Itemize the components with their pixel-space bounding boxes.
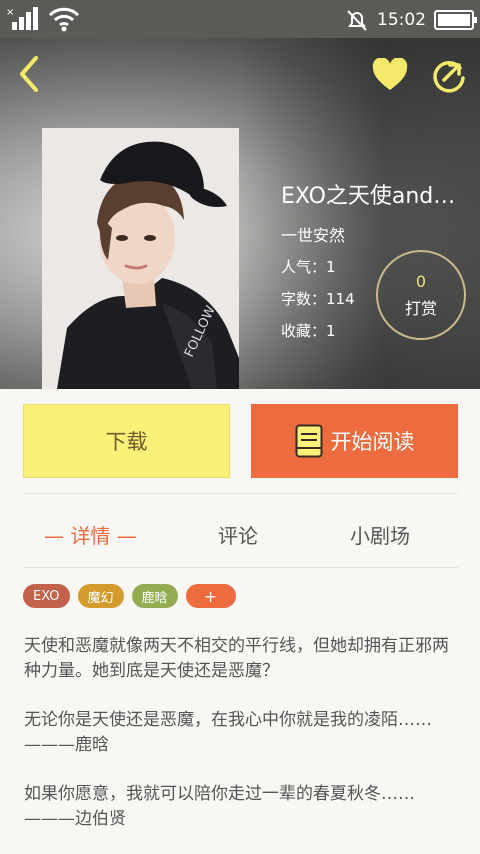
book-icon xyxy=(295,424,322,458)
status-left: × xyxy=(6,6,80,32)
add-tag-button[interactable]: + xyxy=(185,584,236,608)
divider-tabs xyxy=(23,567,458,568)
svg-text:×: × xyxy=(6,7,14,18)
tip-label: 打赏 xyxy=(404,299,437,318)
tab-details[interactable]: — 详情 — xyxy=(44,520,137,549)
share-icon[interactable] xyxy=(430,56,468,94)
back-chevron-icon[interactable] xyxy=(14,54,44,94)
tag-fantasy[interactable]: 魔幻 xyxy=(77,584,124,608)
book-popularity: 人气：1 xyxy=(281,258,336,276)
alarm-off-icon xyxy=(347,10,367,31)
description-paragraph: 如果你愿意，我就可以陪你走过一辈的春夏秋冬…… ———边伯贤 xyxy=(24,784,432,829)
start-reading-button[interactable]: 开始阅读 xyxy=(251,404,458,478)
download-button-label: 下载 xyxy=(105,430,148,454)
book-title: EXO之天使and… xyxy=(281,184,456,209)
status-time: 15:02 xyxy=(377,10,426,30)
signal-icon: × xyxy=(6,7,38,30)
download-button[interactable]: 下载 xyxy=(23,404,230,478)
tip-count: 0 xyxy=(415,272,427,291)
book-cover-image[interactable]: FOLLOW xyxy=(42,128,239,389)
wifi-icon xyxy=(48,7,80,32)
book-hero: FOLLOW EXO之天使and… 一世安然 人气：1 字数：114 收藏：1 … xyxy=(0,38,480,389)
tab-mini-theater[interactable]: 小剧场 xyxy=(350,520,410,549)
tag-list: EXO 魔幻 鹿晗 + xyxy=(23,584,236,608)
heart-icon[interactable] xyxy=(372,58,408,92)
book-description: 天使和恶魔就像两天不相交的平行线，但她却拥有正邪两种力量。她到底是天使还是恶魔？… xyxy=(24,634,464,854)
description-paragraph: 天使和恶魔就像两天不相交的平行线，但她却拥有正邪两种力量。她到底是天使还是恶魔？ xyxy=(24,636,449,681)
tip-button[interactable]: 0 打赏 xyxy=(376,250,466,340)
description-paragraph: 无论你是天使还是恶魔，在我心中你就是我的凌陌…… ———鹿晗 xyxy=(24,710,449,755)
battery-icon xyxy=(434,10,477,30)
status-bar: × 15:02 xyxy=(0,0,480,38)
divider-top xyxy=(23,493,458,494)
book-favorites: 收藏：1 xyxy=(281,322,336,340)
tag-exo[interactable]: EXO xyxy=(23,584,70,608)
tag-luhan[interactable]: 鹿晗 xyxy=(131,584,178,608)
start-reading-label: 开始阅读 xyxy=(330,430,415,454)
book-author[interactable]: 一世安然 xyxy=(281,222,345,246)
status-right: 15:02 xyxy=(345,8,477,32)
book-word-count: 字数：114 xyxy=(281,290,355,308)
tab-comments[interactable]: 评论 xyxy=(218,520,258,549)
